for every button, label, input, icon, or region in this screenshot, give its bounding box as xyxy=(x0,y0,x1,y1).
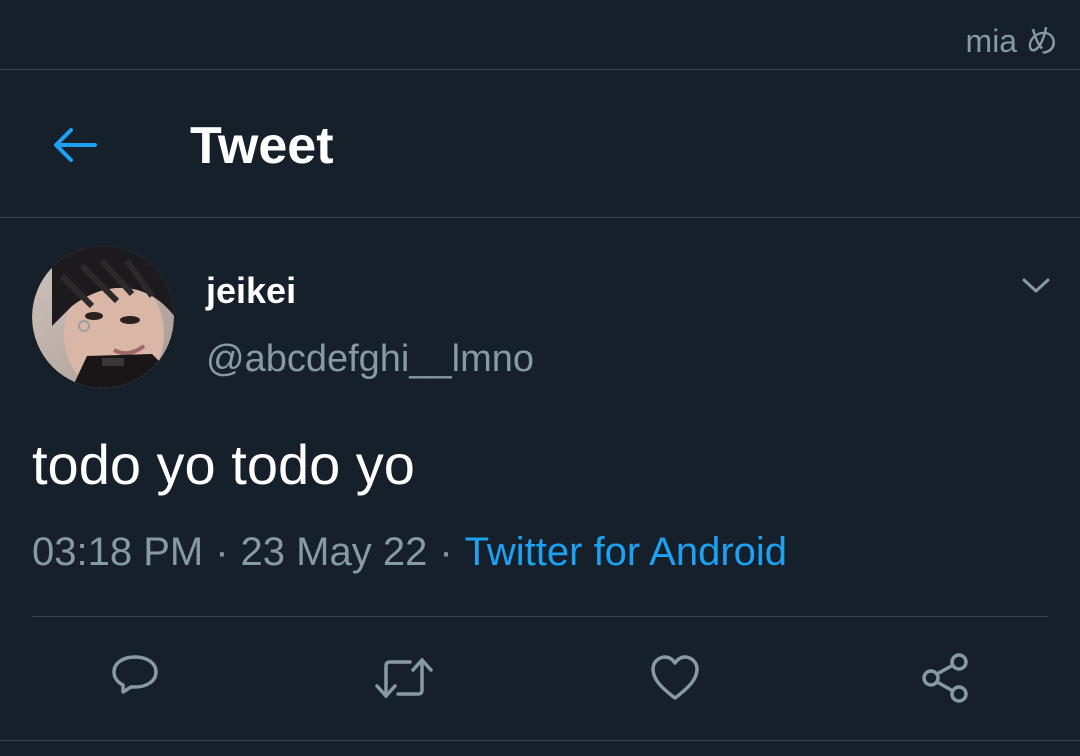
avatar-photo xyxy=(32,246,174,388)
tweet-text: todo yo todo yo xyxy=(32,433,415,496)
retweet-icon xyxy=(375,658,433,698)
tweet-menu-button[interactable] xyxy=(1014,266,1058,306)
meta-separator: · xyxy=(439,530,453,574)
like-button[interactable] xyxy=(640,643,710,713)
status-bar: mia め xyxy=(0,0,1080,70)
user-handle[interactable]: @abcdefghi__lmno xyxy=(206,338,534,381)
tweet-metadata: 03:18 PM · 23 May 22 · Twitter for Android xyxy=(32,530,787,575)
meta-separator: · xyxy=(215,530,229,574)
share-icon xyxy=(922,653,968,703)
display-name[interactable]: jeikei xyxy=(206,270,296,312)
reply-icon xyxy=(112,655,158,694)
tweet-time: 03:18 PM xyxy=(32,530,204,574)
retweet-button[interactable] xyxy=(369,643,439,713)
status-bar-text: mia め xyxy=(965,23,1058,59)
tweet-actions xyxy=(0,643,1080,713)
tweet-detail-page: mia め Tweet jeikei @abcdefghi__lmno todo… xyxy=(0,0,1080,756)
back-button[interactable] xyxy=(44,115,104,175)
top-app-bar: Tweet xyxy=(0,70,1080,218)
tweet: jeikei @abcdefghi__lmno todo yo todo yo … xyxy=(0,218,1080,756)
share-button[interactable] xyxy=(910,643,980,713)
reply-button[interactable] xyxy=(100,643,170,713)
chevron-down-icon xyxy=(1022,278,1050,293)
tweet-date: 23 May 22 xyxy=(240,530,428,574)
heart-icon xyxy=(651,655,699,700)
divider xyxy=(32,616,1048,617)
tweet-source-link[interactable]: Twitter for Android xyxy=(465,530,787,574)
divider xyxy=(0,740,1080,741)
avatar[interactable] xyxy=(32,246,174,388)
arrow-left-icon xyxy=(54,128,97,162)
page-title: Tweet xyxy=(190,117,334,175)
